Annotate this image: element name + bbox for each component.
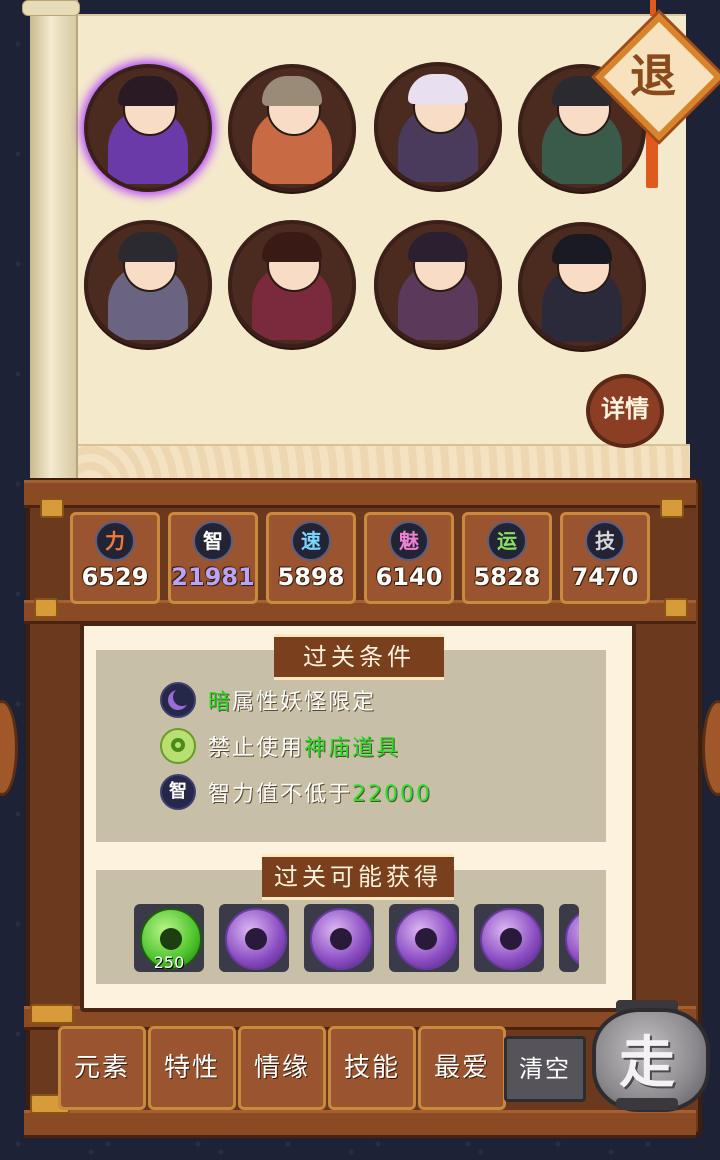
stat-card: 智 21981: [168, 512, 258, 604]
stat-icon: 智: [193, 521, 233, 561]
filter-tab[interactable]: 元素: [58, 1026, 146, 1110]
condition-prefix: 禁止使用: [208, 736, 305, 761]
hero-portrait[interactable]: [84, 220, 212, 348]
corner-bracket: [660, 498, 684, 518]
hero-portrait[interactable]: [84, 64, 212, 192]
corner-bracket: [40, 498, 64, 518]
hero-portrait[interactable]: [374, 220, 502, 348]
stat-card: 运 5828: [462, 512, 552, 604]
left-edge-knob: [0, 700, 18, 796]
lantern-base: [616, 1098, 678, 1110]
stat-icon: 运: [487, 521, 527, 561]
reward-item[interactable]: [389, 904, 459, 972]
soul-orb-icon: [480, 908, 542, 970]
stat-icon: 力: [95, 521, 135, 561]
condition-suffix: 属性妖怪限定: [232, 690, 377, 715]
hero-hair: [552, 234, 612, 264]
orb-core: [160, 928, 182, 950]
condition-highlight: 22000: [352, 782, 433, 807]
conditions-title: 过关条件: [274, 634, 444, 680]
stat-icon: 魅: [389, 521, 429, 561]
filter-tab[interactable]: 特性: [148, 1026, 236, 1110]
corner-bracket: [30, 1004, 74, 1024]
rewards-title: 过关可能获得: [262, 854, 454, 900]
hero-hair: [262, 76, 322, 106]
right-edge-knob: [702, 700, 720, 796]
condition-text: 智力值不低于22000: [208, 776, 432, 808]
stat-card: 速 5898: [266, 512, 356, 604]
go-button[interactable]: 走: [588, 1000, 710, 1112]
clear-button[interactable]: 清空: [504, 1036, 586, 1102]
orb-core: [245, 928, 267, 950]
moon-icon: [160, 682, 196, 718]
reward-item[interactable]: [219, 904, 289, 972]
stat-icon: 技: [585, 521, 625, 561]
cabinet-bottom-beam: [24, 1110, 696, 1138]
soul-orb-icon: [310, 908, 372, 970]
condition-highlight: 暗: [208, 690, 233, 715]
hero-portrait[interactable]: [374, 62, 502, 190]
scroll-wave-band: [60, 444, 690, 482]
stat-card: 技 7470: [560, 512, 650, 604]
reward-item[interactable]: [474, 904, 544, 972]
soul-orb-icon: [225, 908, 287, 970]
retreat-label: 退: [630, 49, 676, 103]
hero-hair: [408, 74, 468, 104]
corner-bracket: [664, 598, 688, 618]
orb-core: [500, 928, 522, 950]
reward-item[interactable]: 250: [134, 904, 204, 972]
stat-card: 力 6529: [70, 512, 160, 604]
filter-tab[interactable]: 技能: [328, 1026, 416, 1110]
soul-orb-icon: [395, 908, 457, 970]
magatama-icon: [160, 728, 196, 764]
hero-hair: [262, 232, 322, 262]
soul-orb-icon: [565, 908, 579, 970]
reward-count: 250: [153, 953, 185, 972]
cabinet-top-beam: [24, 480, 696, 508]
stat-value: 5898: [277, 563, 345, 591]
stat-value: 7470: [571, 563, 639, 591]
condition-text: 暗属性妖怪限定: [208, 684, 376, 716]
condition-highlight: 神庙道具: [304, 736, 401, 761]
orb-core: [330, 928, 352, 950]
reward-item[interactable]: [559, 904, 579, 972]
go-label: 走: [619, 1031, 675, 1096]
hero-hair: [118, 76, 178, 106]
condition-text: 禁止使用神庙道具: [208, 730, 400, 762]
hero-portrait[interactable]: [228, 64, 356, 192]
filter-tab[interactable]: 最爱: [418, 1026, 506, 1110]
stat-value: 6140: [375, 563, 443, 591]
stat-value: 6529: [81, 563, 149, 591]
intelligence-icon: 智: [160, 774, 196, 810]
details-button[interactable]: 详情: [586, 374, 664, 448]
hero-portrait[interactable]: [228, 220, 356, 348]
scroll-rod: [22, 0, 80, 478]
orb-core: [415, 928, 437, 950]
retreat-button[interactable]: 退: [595, 13, 720, 141]
hero-hair: [408, 232, 468, 262]
stat-value: 5828: [473, 563, 541, 591]
reward-item[interactable]: [304, 904, 374, 972]
stat-card: 魅 6140: [364, 512, 454, 604]
hero-portrait[interactable]: [518, 222, 646, 350]
hero-hair: [118, 232, 178, 262]
corner-bracket: [34, 598, 58, 618]
condition-prefix: 智力值不低于: [208, 782, 353, 807]
filter-tab[interactable]: 情缘: [238, 1026, 326, 1110]
stat-icon: 速: [291, 521, 331, 561]
stat-value: 21981: [171, 563, 255, 591]
